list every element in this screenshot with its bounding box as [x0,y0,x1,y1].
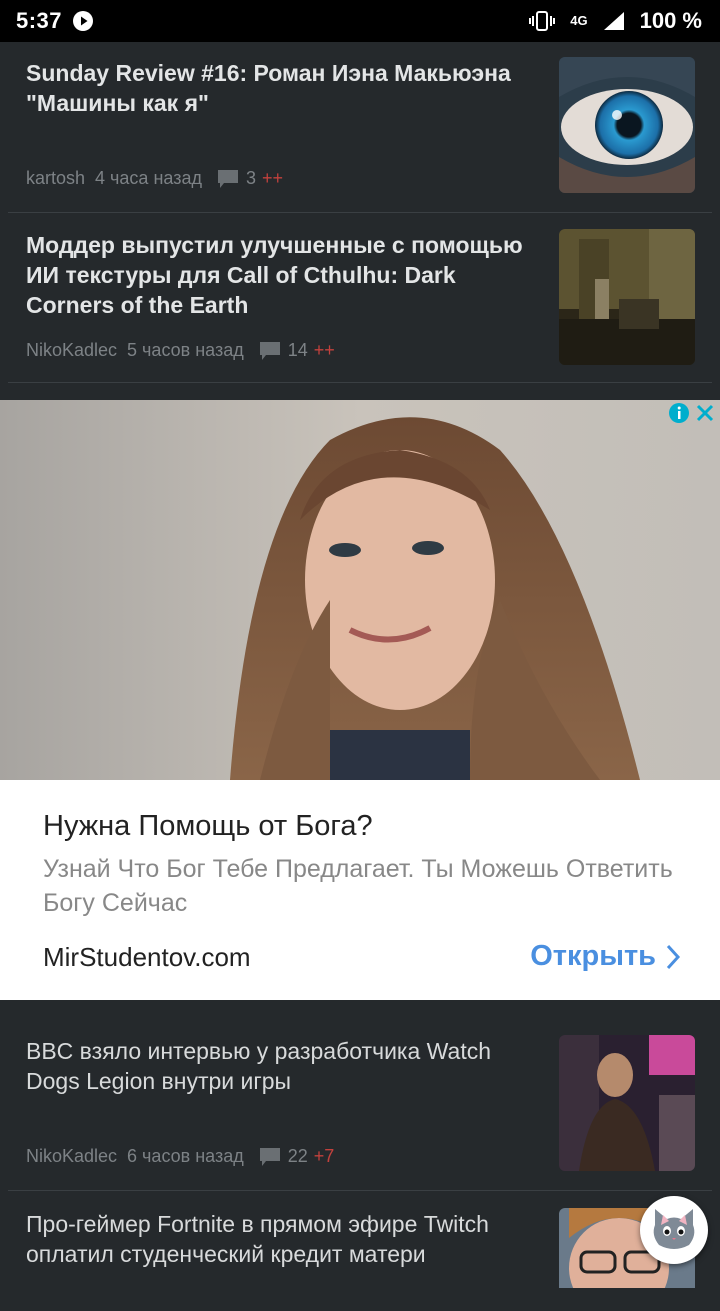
article-item[interactable]: BBC взяло интервью у разработчика Watch … [8,1020,712,1191]
advertisement[interactable]: Нужна Помощь от Бога? Узнай Что Бог Тебе… [0,400,720,1000]
comment-icon [259,1147,280,1166]
comment-count: 14 [287,340,308,360]
status-bar: 5:37 4G 100 % [0,0,720,42]
close-icon[interactable] [694,402,716,424]
article-title[interactable]: Про-геймер Fortnite в прямом эфире Twitc… [26,1209,546,1269]
comment-count: 22 [287,1146,308,1166]
chevron-right-icon [666,944,681,969]
rating-badge: ++ [261,168,284,188]
article-item[interactable]: Sunday Review #16: Роман Иэна Макьюэна "… [8,42,712,213]
comment-count: 3 [245,168,256,188]
article-time: 6 часов назад [127,1146,244,1166]
cat-icon [653,1209,695,1249]
battery-level: 100 % [639,8,702,33]
vibrate-icon [529,11,556,31]
rating-badge: ++ [313,340,335,360]
ad-photo[interactable] [0,400,720,780]
network-type: 4G [570,13,588,28]
article-title[interactable]: Моддер выпустил улучшенные с помощью ИИ … [26,230,546,320]
game-room-thumbnail[interactable] [559,229,695,365]
comment-icon [217,169,238,188]
article-meta: kartosh 4 часа назад 3 ++ [26,168,283,189]
article-title[interactable]: Sunday Review #16: Роман Иэна Макьюэна "… [26,58,546,118]
article-meta: NikoKadlec 6 часов назад 22 +7 [26,1146,334,1167]
article-time: 5 часов назад [127,340,244,360]
signal-icon [603,12,624,30]
article-author[interactable]: kartosh [26,168,85,189]
comment-icon [259,341,280,360]
rating-badge: +7 [313,1146,335,1166]
article-author[interactable]: NikoKadlec [26,340,117,361]
info-icon[interactable] [668,402,690,424]
article-item[interactable]: Про-геймер Fortnite в прямом эфире Twitc… [8,1191,712,1311]
ad-body-text: Узнай Что Бог Тебе Предлагает. Ты Можешь… [43,855,673,917]
article-meta: NikoKadlec 5 часов назад 14 ++ [26,340,335,361]
ad-choices[interactable] [668,402,716,424]
article-item[interactable]: Моддер выпустил улучшенные с помощью ИИ … [8,212,712,383]
article-time: 4 часа назад [95,168,202,188]
ad-open-button[interactable]: Открыть [530,940,682,973]
article-title[interactable]: BBC взяло интервью у разработчика Watch … [26,1036,546,1096]
game-character-thumbnail[interactable] [559,1035,695,1171]
article-author[interactable]: NikoKadlec [26,1146,117,1167]
floating-cat-button[interactable] [640,1196,708,1264]
ad-open-label: Открыть [530,940,656,972]
play-notification-icon [73,11,94,31]
eye-thumbnail[interactable] [559,57,695,193]
ad-domain[interactable]: MirStudentov.com [43,942,251,973]
ad-headline[interactable]: Нужна Помощь от Бога? [43,810,373,843]
status-time: 5:37 [16,8,63,33]
